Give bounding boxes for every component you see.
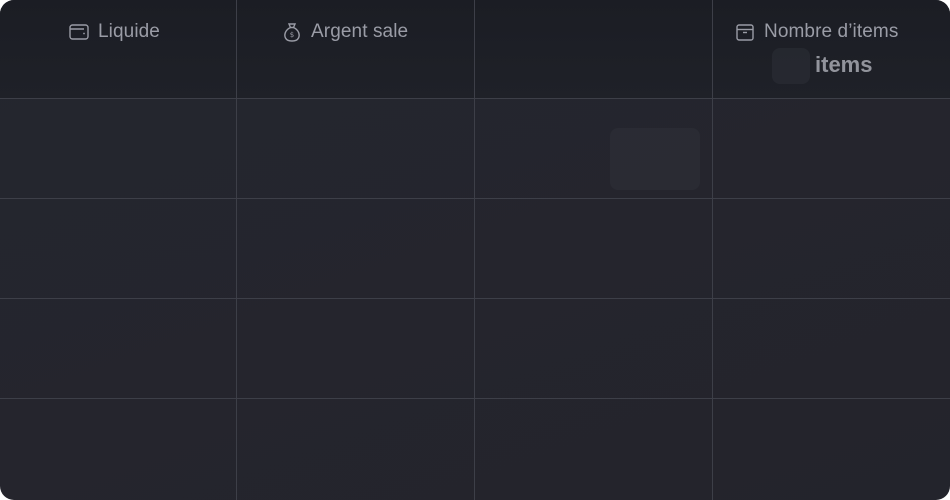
table-row[interactable] bbox=[0, 399, 950, 500]
column-label: Nombre d’items bbox=[764, 21, 899, 42]
column-header-argent-sale[interactable]: $ Argent sale bbox=[281, 20, 408, 44]
table-header bbox=[0, 0, 950, 98]
column-label: Argent sale bbox=[311, 21, 409, 42]
box-icon bbox=[734, 21, 756, 43]
faded-placeholder bbox=[772, 48, 810, 84]
table-row[interactable] bbox=[0, 99, 950, 198]
table-row[interactable] bbox=[0, 299, 950, 398]
wallet-icon bbox=[68, 21, 90, 43]
table-row[interactable] bbox=[0, 199, 950, 298]
overlay-items-label: items bbox=[815, 52, 873, 77]
money-bag-icon: $ bbox=[281, 21, 303, 43]
column-label: Liquide bbox=[98, 21, 160, 42]
column-header-liquide[interactable]: Liquide bbox=[68, 20, 160, 44]
column-header-nombre-items[interactable]: Nombre d’items bbox=[734, 20, 898, 44]
inventory-table-panel: Liquide $ Argent sale Nombre d’items ite… bbox=[0, 0, 950, 500]
svg-text:$: $ bbox=[290, 31, 295, 39]
